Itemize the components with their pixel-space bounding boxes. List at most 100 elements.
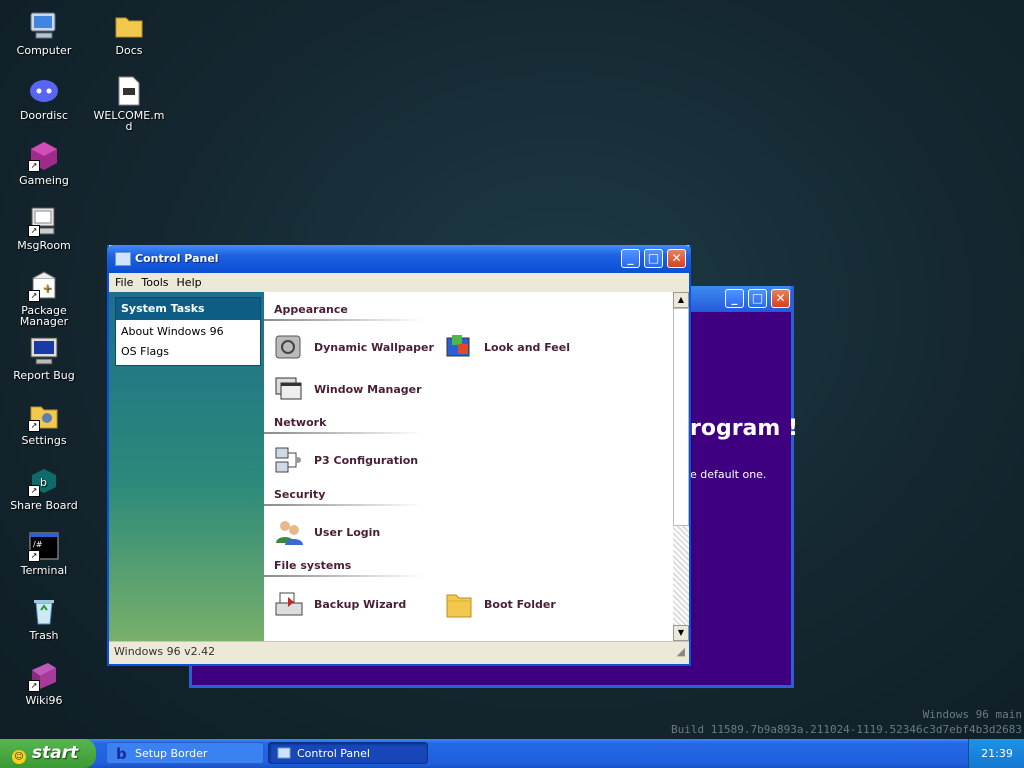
desktop-icon-gameing[interactable]: ↗ Gameing xyxy=(8,140,80,186)
desktop-icon-label: WELCOME.md xyxy=(93,109,165,133)
section-security: Security xyxy=(274,488,326,501)
shortcut-arrow-icon: ↗ xyxy=(28,225,40,237)
shortcut-arrow-icon: ↗ xyxy=(28,485,40,497)
status-version: Windows 96 v2.42 xyxy=(114,645,216,658)
desktop-icon-settings[interactable]: ↗ Settings xyxy=(8,400,80,446)
users-icon xyxy=(274,517,304,547)
desktop-icon-label: Share Board xyxy=(10,499,78,512)
maximize-button[interactable]: □ xyxy=(644,249,663,268)
game-cube-icon: ↗ xyxy=(28,140,60,172)
desktop-icon-welcome[interactable]: WELCOME.md xyxy=(93,75,165,132)
desktop-icon-label: Doordisc xyxy=(19,109,69,122)
system-tasks-header: System Tasks xyxy=(116,298,260,320)
desktop-icon-label: Package Manager xyxy=(19,304,69,328)
menu-bar: File Tools Help xyxy=(109,273,689,293)
task-sidebar: System Tasks About Windows 96 OS Flags xyxy=(109,292,264,641)
svg-text:b: b xyxy=(116,746,127,760)
background-window-heading: rogram ! xyxy=(690,416,799,441)
backup-drive-icon xyxy=(274,589,304,619)
start-button[interactable]: ☺ start xyxy=(0,739,96,768)
svg-text:b: b xyxy=(40,476,47,489)
menu-help[interactable]: Help xyxy=(175,276,208,289)
terminal-icon: /# ↗ xyxy=(28,530,60,562)
taskbar-button-setup-border[interactable]: b Setup Border xyxy=(106,742,264,764)
svg-text:/#: /# xyxy=(33,540,43,549)
item-look-and-feel[interactable]: Look and Feel xyxy=(444,332,570,362)
section-divider xyxy=(264,504,424,506)
desktop-icon-trash[interactable]: Trash xyxy=(8,595,80,641)
scroll-up-arrow[interactable]: ▲ xyxy=(673,292,689,308)
vertical-scrollbar[interactable]: ▲ ▼ xyxy=(673,292,689,641)
item-label: P3 Configuration xyxy=(314,453,419,467)
item-dynamic-wallpaper[interactable]: Dynamic Wallpaper xyxy=(274,332,434,362)
desktop-icon-label: Docs xyxy=(115,44,143,57)
desktop-icon-wiki96[interactable]: ↗ Wiki96 xyxy=(8,660,80,706)
start-label: start xyxy=(32,743,79,763)
shortcut-arrow-icon: ↗ xyxy=(28,290,40,302)
close-button[interactable]: ✕ xyxy=(667,249,686,268)
desktop-icon-share-board[interactable]: b ↗ Share Board xyxy=(8,465,80,511)
section-network: Network xyxy=(274,416,327,429)
desktop-icon-package-manager[interactable]: + ↗ Package Manager xyxy=(8,270,80,327)
item-window-manager[interactable]: Window Manager xyxy=(274,374,422,404)
package-icon: + ↗ xyxy=(28,270,60,302)
menu-file[interactable]: File xyxy=(113,276,139,289)
maximize-button[interactable]: □ xyxy=(748,289,767,308)
desktop-icon-doordisc[interactable]: Doordisc xyxy=(8,75,80,121)
shortcut-arrow-icon: ↗ xyxy=(28,680,40,692)
shortcut-arrow-icon: ↗ xyxy=(28,420,40,432)
taskbar: ☺ start b Setup Border Control Panel 21:39 xyxy=(0,739,1024,768)
desktop-icon-computer[interactable]: Computer xyxy=(8,10,80,56)
scroll-down-arrow[interactable]: ▼ xyxy=(673,625,689,641)
item-p3-configuration[interactable]: P3 Configuration xyxy=(274,445,418,475)
recycle-bin-icon xyxy=(28,595,60,627)
system-tasks-panel: System Tasks About Windows 96 OS Flags xyxy=(115,297,261,366)
section-file-systems: File systems xyxy=(274,559,352,572)
status-bar: Windows 96 v2.42 ◢ xyxy=(109,641,689,662)
svg-text:+: + xyxy=(42,281,52,295)
section-appearance: Appearance xyxy=(274,303,348,316)
share-board-icon: b ↗ xyxy=(28,465,60,497)
item-user-login[interactable]: User Login xyxy=(274,517,380,547)
control-panel-window[interactable]: Control Panel _ □ ✕ File Tools Help Syst… xyxy=(107,245,691,666)
task-about-windows[interactable]: About Windows 96 xyxy=(116,320,260,342)
scroll-thumb[interactable] xyxy=(673,308,689,526)
monitor-bug-icon xyxy=(28,335,60,367)
desktop-icon-label: Wiki96 xyxy=(25,694,63,707)
close-button[interactable]: ✕ xyxy=(771,289,790,308)
desktop-icon-report-bug[interactable]: Report Bug xyxy=(8,335,80,381)
task-os-flags[interactable]: OS Flags xyxy=(116,342,260,365)
build-watermark-line1: Windows 96 main xyxy=(922,708,1022,721)
folder-icon xyxy=(444,589,474,619)
desktop-icon-label: Settings xyxy=(21,434,67,447)
window-title: Control Panel xyxy=(135,252,219,265)
background-window-text: e default one. xyxy=(690,468,767,481)
item-backup-wizard[interactable]: Backup Wizard xyxy=(274,589,406,619)
control-panel-titlebar[interactable]: Control Panel _ □ ✕ xyxy=(107,245,691,273)
clock[interactable]: 21:39 xyxy=(981,747,1013,760)
desktop-icon-msgroom[interactable]: ↗ MsgRoom xyxy=(8,205,80,251)
shortcut-arrow-icon: ↗ xyxy=(28,160,40,172)
desktop-icon-docs[interactable]: Docs xyxy=(93,10,165,56)
item-label: Look and Feel xyxy=(484,340,570,354)
window-manager-icon xyxy=(274,374,304,404)
setup-border-icon: b xyxy=(115,745,129,763)
shortcut-arrow-icon: ↗ xyxy=(28,550,40,562)
item-label: Backup Wizard xyxy=(314,597,407,611)
desktop-icon-terminal[interactable]: /# ↗ Terminal xyxy=(8,530,80,576)
scroll-track[interactable] xyxy=(673,526,689,625)
folder-icon xyxy=(113,10,145,42)
menu-tools[interactable]: Tools xyxy=(139,276,174,289)
minimize-button[interactable]: _ xyxy=(621,249,640,268)
resize-grip-icon[interactable]: ◢ xyxy=(677,642,685,662)
item-boot-folder[interactable]: Boot Folder xyxy=(444,589,556,619)
section-divider xyxy=(264,575,424,577)
minimize-button[interactable]: _ xyxy=(725,289,744,308)
wallpaper-icon xyxy=(274,332,304,362)
control-panel-icon xyxy=(115,252,131,266)
item-label: Window Manager xyxy=(314,382,422,396)
build-watermark-line2: Build 11589.7b9a893a.211024-1119.52346c3… xyxy=(671,723,1022,736)
item-label: User Login xyxy=(314,525,381,539)
network-computers-icon xyxy=(274,445,304,475)
taskbar-button-control-panel[interactable]: Control Panel xyxy=(268,742,428,764)
